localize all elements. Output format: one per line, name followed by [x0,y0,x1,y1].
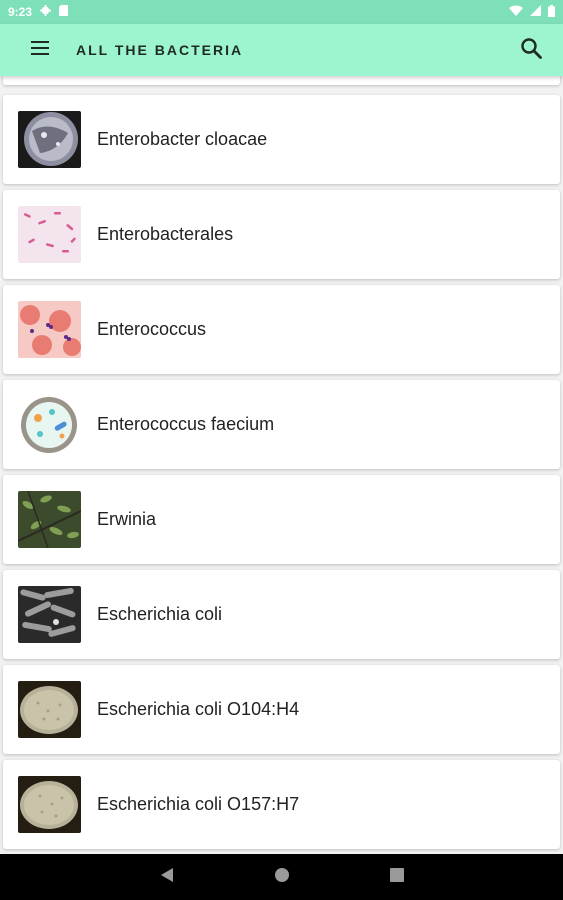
bacteria-name: Enterobacter cloacae [97,129,268,149]
search-icon [520,37,542,64]
back-icon[interactable] [160,867,174,888]
wifi-icon [509,5,523,19]
bacteria-name: Enterococcus [97,319,207,339]
pink-rod-microscopy-thumbnail [18,206,81,263]
battery-icon [548,4,555,20]
search-button[interactable] [513,32,549,68]
list-item-enterobacter-cloacae[interactable]: Enterobacter cloacae [3,95,560,184]
list-item-partial[interactable] [3,76,560,85]
plant-leaves-thumbnail [18,491,81,548]
bacteria-name: Enterobacterales [97,224,234,244]
status-bar: 9:23 [0,0,563,24]
list-item-enterococcus-faecium[interactable]: Enterococcus faecium [3,380,560,469]
home-icon[interactable] [274,867,290,888]
bacteria-name: Enterococcus faecium [97,414,275,434]
navigation-bar [0,854,563,900]
list-item-enterococcus[interactable]: Enterococcus [3,285,560,374]
bacteria-list[interactable]: Enterobacter cloacae Enterobacterales En… [0,76,563,854]
red-cell-microscopy-thumbnail [18,301,81,358]
cellular-icon [530,5,541,19]
status-left: 9:23 [8,5,69,19]
menu-button[interactable] [22,32,58,68]
electron-micrograph-thumbnail [18,586,81,643]
app-bar: ALL THE BACTERIA [0,24,563,76]
hamburger-menu-icon [31,40,49,60]
status-time: 9:23 [8,5,33,19]
petri-dish-dark-thumbnail [18,111,81,168]
list-item-escherichia-coli[interactable]: Escherichia coli [3,570,560,659]
bacteria-name: Erwinia [97,509,157,529]
list-item-escherichia-coli-o157-h7[interactable]: Escherichia coli O157:H7 [3,760,560,849]
bacteria-name: Escherichia coli [97,604,223,624]
recents-icon[interactable] [389,867,404,887]
list-item-enterobacterales[interactable]: Enterobacterales [3,190,560,279]
status-right [509,4,555,20]
list-item-erwinia[interactable]: Erwinia [3,475,560,564]
bacteria-name: Escherichia coli O104:H4 [97,699,300,719]
bacteria-name: Escherichia coli O157:H7 [97,794,300,814]
agar-plate-thumbnail [18,681,81,738]
agar-plate-thumbnail [18,776,81,833]
sd-card-icon [59,5,69,19]
app-title: ALL THE BACTERIA [76,42,244,58]
cartoon-petri-dish-thumbnail [18,396,81,453]
list-item-escherichia-coli-o104-h4[interactable]: Escherichia coli O104:H4 [3,665,560,754]
gear-icon [40,5,52,19]
